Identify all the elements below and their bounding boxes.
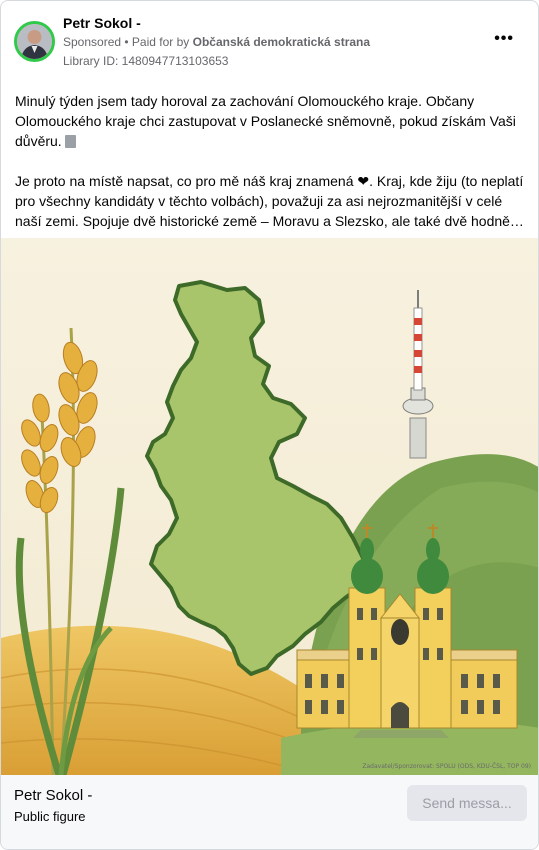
avatar[interactable] — [14, 21, 55, 62]
payer-link[interactable]: Občanská demokratická strana — [193, 35, 370, 49]
library-id: Library ID: 1480947713103653 — [63, 54, 229, 68]
clipboard-icon — [64, 135, 76, 148]
footer-page-name[interactable]: Petr Sokol - — [14, 787, 92, 804]
send-message-button[interactable]: Send messa... — [407, 785, 527, 821]
ad-footer: Petr Sokol - Public figure Send messa... — [1, 775, 538, 849]
separator-dot: • — [121, 35, 132, 49]
post-header: Petr Sokol - Sponsored • Paid for by Obč… — [1, 1, 538, 81]
post-text: Minulý týden jsem tady horoval za zachov… — [15, 91, 527, 231]
ad-illustration: Zadavatel/Sponzorovat: SPOLU (ODS, KDU-Č… — [1, 238, 538, 777]
sponsored-line: Sponsored • Paid for by Občanská demokra… — [63, 35, 370, 49]
advertiser-name[interactable]: Petr Sokol - — [63, 15, 141, 31]
post-paragraph-1: Minulý týden jsem tady horoval za zachov… — [15, 91, 527, 151]
ad-card: Petr Sokol - Sponsored • Paid for by Obč… — [0, 0, 539, 850]
more-options-icon[interactable]: ••• — [494, 30, 514, 48]
image-caption: Zadavatel/Sponzorovat: SPOLU (ODS, KDU-Č… — [362, 763, 531, 770]
post-paragraph-2: Je proto na místě napsat, co pro mě náš … — [15, 173, 524, 229]
sponsored-label: Sponsored — [63, 35, 122, 49]
ad-image[interactable]: Zadavatel/Sponzorovat: SPOLU (ODS, KDU-Č… — [1, 238, 538, 777]
footer-subtitle: Public figure — [14, 809, 86, 824]
paid-for-prefix: Paid for by — [131, 35, 193, 49]
profile-photo — [17, 24, 52, 59]
post-paragraph-1-text: Minulý týden jsem tady horoval za zachov… — [15, 93, 516, 149]
